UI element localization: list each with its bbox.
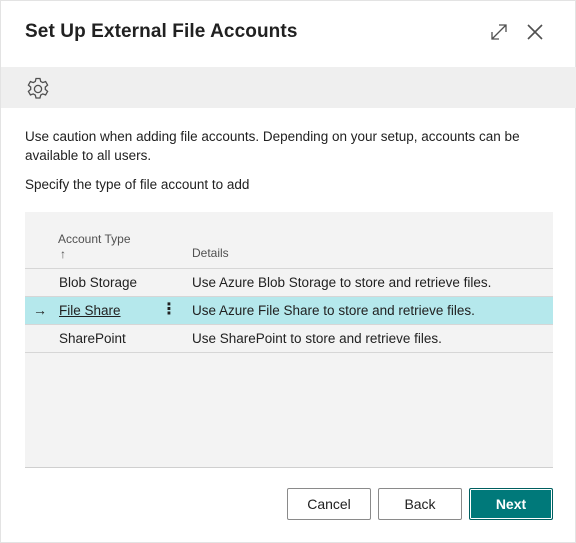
dialog-header: Set Up External File Accounts: [1, 1, 576, 67]
dialog-title: Set Up External File Accounts: [25, 21, 298, 42]
table-row[interactable]: Blob Storage Use Azure Blob Storage to s…: [25, 269, 553, 297]
expand-icon[interactable]: [488, 21, 510, 43]
details-cell: Use Azure Blob Storage to store and retr…: [192, 275, 492, 290]
column-header-details[interactable]: Details: [192, 246, 229, 260]
account-type-cell[interactable]: SharePoint: [59, 331, 126, 346]
details-cell: Use Azure File Share to store and retrie…: [192, 303, 475, 318]
sort-ascending-icon: ↑: [60, 247, 66, 261]
column-header-account-type[interactable]: Account Type: [58, 232, 131, 246]
row-indicator-arrow-icon: →: [33, 302, 47, 318]
account-type-grid: Account Type ↑ Details Blob Storage Use …: [25, 212, 553, 468]
cancel-button[interactable]: Cancel: [287, 488, 371, 520]
next-button[interactable]: Next: [469, 488, 553, 520]
caution-text: Use caution when adding file accounts. D…: [25, 129, 520, 163]
back-button[interactable]: Back: [378, 488, 462, 520]
action-bar: [1, 67, 576, 108]
table-row-selected[interactable]: → File Share ⋮ Use Azure File Share to s…: [25, 297, 553, 325]
grid-header: Account Type ↑ Details: [25, 212, 553, 269]
close-icon[interactable]: [524, 21, 546, 43]
table-row[interactable]: SharePoint Use SharePoint to store and r…: [25, 325, 553, 353]
gear-icon[interactable]: [25, 76, 51, 102]
row-menu-icon[interactable]: ⋮: [161, 300, 177, 322]
details-cell: Use SharePoint to store and retrieve fil…: [192, 331, 442, 346]
instruction-text: Specify the type of file account to add: [25, 177, 250, 192]
account-type-link[interactable]: File Share: [59, 303, 121, 318]
account-type-cell[interactable]: Blob Storage: [59, 275, 137, 290]
setup-dialog: Set Up External File Accounts Use cautio…: [0, 0, 576, 543]
